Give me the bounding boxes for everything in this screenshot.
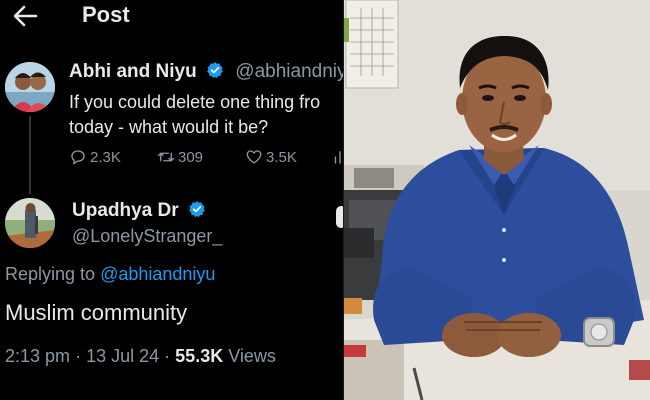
- reply-author-row[interactable]: Upadhya Dr: [72, 200, 206, 222]
- reply-metadata: 2:13 pm · 13 Jul 24 · 55.3K Views: [5, 346, 276, 367]
- reply-icon: [71, 150, 85, 165]
- reply-time[interactable]: 2:13 pm: [5, 346, 70, 366]
- repost-icon: [157, 152, 175, 162]
- verified-badge-icon: [189, 201, 205, 218]
- scroll-handle[interactable]: [336, 206, 343, 228]
- like-button[interactable]: 3.5K: [245, 148, 297, 166]
- verified-badge-icon: [207, 62, 223, 79]
- like-count: 3.5K: [266, 148, 297, 166]
- post-header: Post: [0, 0, 343, 40]
- reply-button[interactable]: 2.3K: [69, 148, 121, 166]
- views-label: Views: [228, 346, 276, 366]
- meta-separator: ·: [75, 346, 82, 366]
- repost-count: 309: [178, 148, 204, 166]
- replying-to-label: Replying to: [5, 264, 96, 284]
- replying-to-line: Replying to @abhiandniyu: [5, 264, 215, 285]
- post-text-line-2: today - what would it be?: [69, 117, 269, 137]
- reply-author-name[interactable]: Upadhya Dr: [72, 200, 179, 221]
- avatar[interactable]: [5, 198, 55, 248]
- reply-count: 2.3K: [90, 148, 121, 166]
- reply-text: Muslim community: [5, 300, 188, 325]
- heart-icon: [246, 150, 262, 164]
- page-title: Post: [82, 2, 130, 27]
- thread-line: [29, 116, 31, 194]
- post-text-line-1: If you could delete one thing fro: [69, 92, 321, 112]
- replying-to-mention[interactable]: @abhiandniyu: [100, 264, 215, 284]
- tweet-screenshot-panel: Post Abhi and Niyu @abhiandniy If you co…: [0, 0, 343, 400]
- views-button[interactable]: [331, 148, 343, 166]
- author-name[interactable]: Abhi and Niyu: [69, 61, 197, 82]
- views-count: 55.3K: [175, 346, 224, 366]
- reply-author-handle: @LonelyStranger_: [72, 226, 223, 246]
- arrow-left-icon[interactable]: [12, 4, 38, 28]
- avatar[interactable]: [5, 62, 55, 112]
- photo-panel: [344, 0, 650, 400]
- author-handle: @abhiandniy: [235, 61, 343, 82]
- repost-button[interactable]: 309: [157, 148, 203, 166]
- post-actions-bar: 2.3K 309 3.5K: [69, 148, 343, 170]
- post-text: If you could delete one thing fro today …: [69, 90, 320, 140]
- meta-separator: ·: [164, 346, 171, 366]
- original-author-row[interactable]: Abhi and Niyu @abhiandniy: [69, 61, 343, 83]
- bar-chart-icon: [334, 151, 341, 164]
- portrait-photo: [344, 0, 650, 400]
- reply-date[interactable]: 13 Jul 24: [86, 346, 159, 366]
